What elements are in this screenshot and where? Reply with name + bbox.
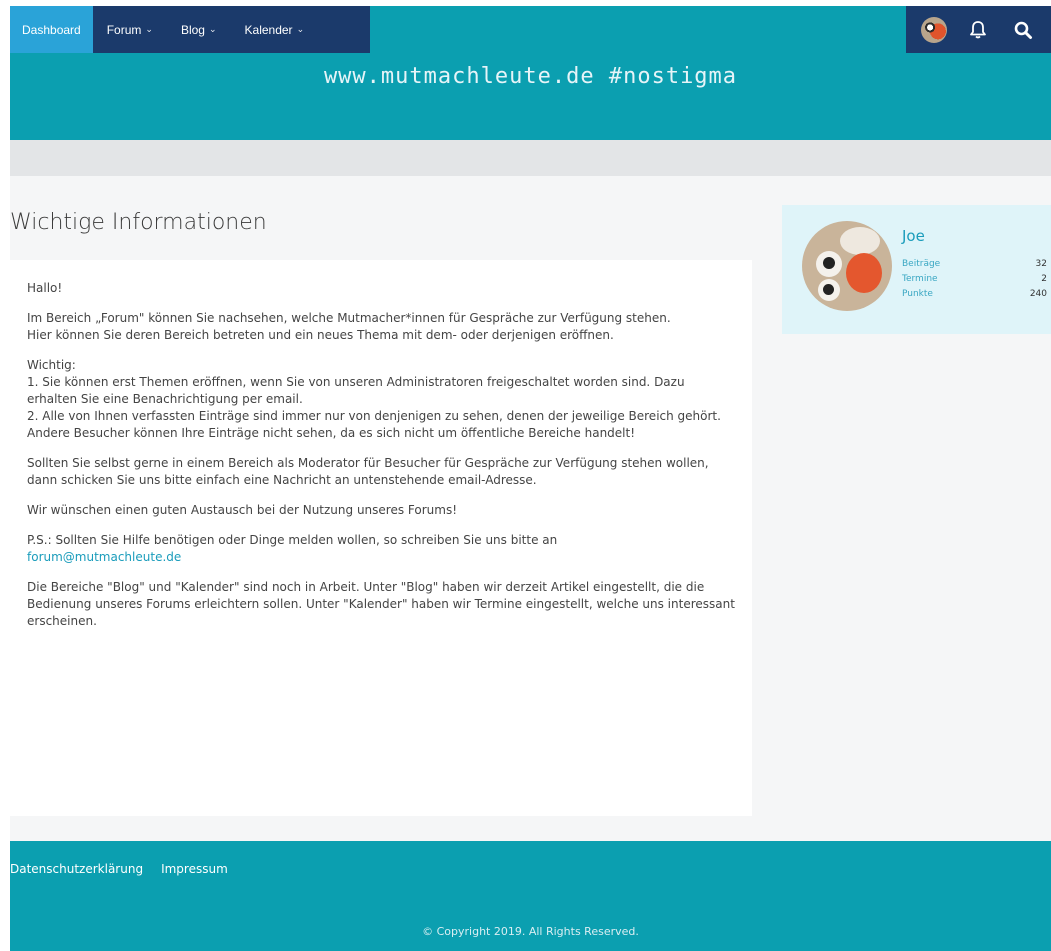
closing-paragraph: Die Bereiche "Blog" und "Kalender" sind … [27,580,735,628]
footer: Datenschutzerklärung Impressum © Copyrig… [10,841,1051,951]
chevron-down-icon: ⌄ [296,24,305,34]
page-title: Wichtige Informationen [10,210,267,235]
chevron-down-icon: ⌄ [145,24,153,34]
stat-value: 240 [1029,289,1047,299]
nav-blog-label: Blog [180,22,205,37]
email-link[interactable]: forum@mutmachleute.de [27,550,181,564]
paragraph: Im Bereich „Forum" können Sie nachsehen,… [27,311,671,342]
nav-dashboard[interactable]: Dashboard [10,6,93,53]
paragraph: Sollten Sie selbst gerne in einem Bereic… [27,456,709,487]
nav-forum-label: Forum [106,22,142,37]
nav-forum[interactable]: Forum ⌄ [93,6,167,53]
avatar[interactable] [802,221,892,311]
site-title: www.mutmachleute.de #nostigma [323,64,738,89]
user-nav [906,6,1051,53]
nav-dashboard-label: Dashboard [22,22,81,37]
nav-blog[interactable]: Blog ⌄ [167,6,231,53]
search-icon[interactable] [1010,17,1036,43]
stat-row: Beiträge 32 [902,257,1047,272]
breadcrumb-bar [10,140,1051,176]
main-nav: Dashboard Forum ⌄ Blog ⌄ Kalender ⌄ [10,6,370,53]
ps-paragraph: P.S.: Sollten Sie Hilfe benötigen oder D… [27,532,735,566]
user-sidebar: Joe Beiträge 32 Termine 2 Punkte 240 [782,205,1051,334]
nav-kalender[interactable]: Kalender ⌄ [231,6,319,53]
page: Dashboard Forum ⌄ Blog ⌄ Kalender ⌄ www.… [10,6,1051,951]
user-avatar[interactable] [921,16,948,43]
footer-link-privacy[interactable]: Datenschutzerklärung [10,862,143,876]
stat-value: 2 [1041,274,1047,284]
stat-label[interactable]: Punkte [902,287,933,302]
paragraph: Wir wünschen einen guten Austausch bei d… [27,503,458,517]
user-stats: Beiträge 32 Termine 2 Punkte 240 [902,257,1047,302]
stat-value: 32 [1035,259,1047,269]
footer-links: Datenschutzerklärung Impressum [10,862,228,876]
stat-row: Termine 2 [902,272,1047,287]
copyright: © Copyright 2019. All Rights Reserved. [422,925,639,938]
stat-label[interactable]: Beiträge [902,257,940,272]
username-link[interactable]: Joe [902,227,925,245]
chevron-down-icon: ⌄ [208,24,217,34]
ps-text: P.S.: Sollten Sie Hilfe benötigen oder D… [27,533,558,547]
header: Dashboard Forum ⌄ Blog ⌄ Kalender ⌄ www.… [10,6,1051,140]
stat-label[interactable]: Termine [902,272,938,287]
paragraph: Wichtig: 1. Sie können erst Themen eröff… [27,358,721,440]
bell-icon[interactable] [965,17,991,43]
paragraph: Hallo! [27,281,63,295]
nav-kalender-label: Kalender [244,22,293,37]
content-box: Hallo! Im Bereich „Forum" können Sie nac… [10,260,752,816]
stat-row: Punkte 240 [902,287,1047,302]
footer-link-imprint[interactable]: Impressum [161,862,228,876]
